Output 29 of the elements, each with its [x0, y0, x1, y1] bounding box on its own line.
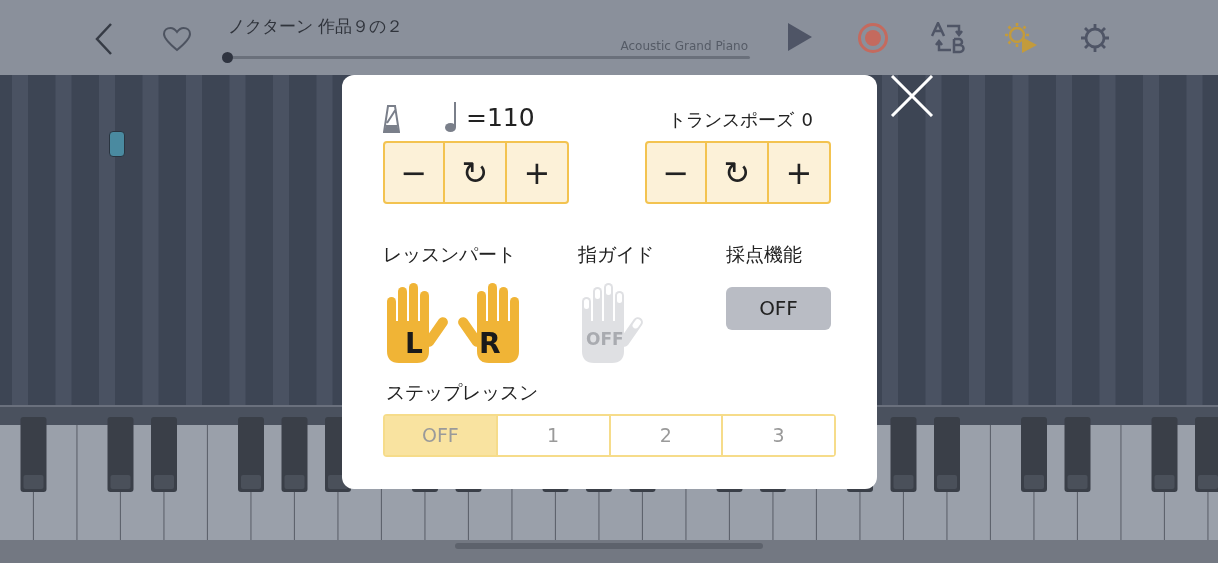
transpose-button[interactable]: ↻	[707, 141, 769, 204]
play-icon[interactable]	[787, 22, 813, 52]
transpose-value: 0	[801, 108, 813, 132]
tempo-value: =110	[466, 103, 535, 133]
metronome-icon	[383, 105, 400, 133]
back-icon[interactable]	[94, 22, 114, 56]
scoring-label: 採点機能	[726, 242, 803, 267]
progress-slider[interactable]	[222, 52, 750, 63]
transpose-button[interactable]: +	[769, 141, 831, 204]
quarter-note-icon	[444, 101, 458, 133]
tempo-button[interactable]: −	[383, 141, 445, 204]
scoring-toggle[interactable]: OFF	[726, 286, 831, 330]
sun-play-icon[interactable]	[1004, 22, 1038, 54]
transpose-button[interactable]: −	[645, 141, 707, 204]
tempo-button[interactable]: +	[507, 141, 569, 204]
slider-thumb[interactable]	[222, 52, 233, 63]
heart-icon[interactable]	[162, 26, 192, 52]
note-block-icon	[109, 131, 125, 157]
lesson-part-label: レッスンパート	[383, 242, 517, 267]
settings-icon[interactable]	[1079, 22, 1111, 54]
transpose-label: トランスポーズ	[667, 108, 794, 132]
step-lesson-label: ステップレッスン	[386, 379, 539, 405]
tempo-button[interactable]: ↻	[445, 141, 507, 204]
ab-repeat-icon[interactable]	[931, 22, 967, 54]
hand-letter: L	[405, 325, 423, 362]
song-title: ノクターン 作品９の２	[228, 15, 404, 38]
close-icon[interactable]	[890, 75, 934, 117]
hand-letter: R	[479, 325, 501, 362]
finger-guide-label: 指ガイド	[578, 242, 655, 267]
